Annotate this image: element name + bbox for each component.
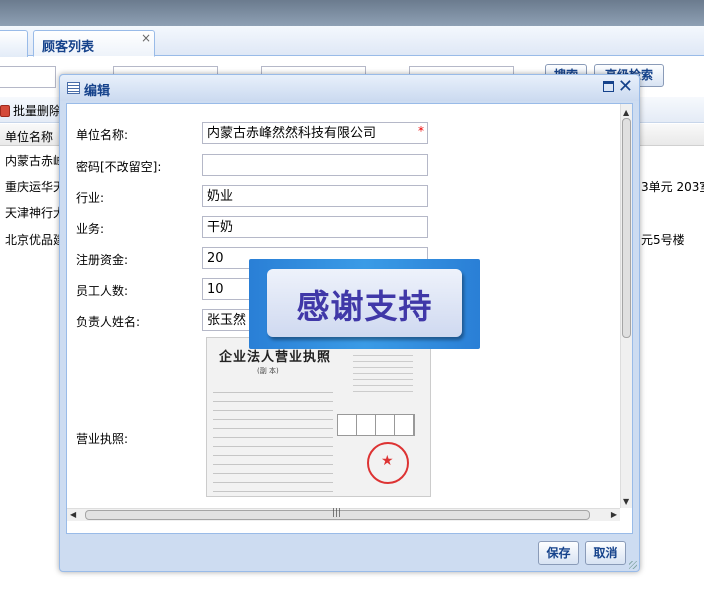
search-field-1[interactable] bbox=[0, 66, 56, 88]
cell-company: 内蒙古赤峰 bbox=[5, 154, 66, 168]
vertical-scroll-thumb[interactable] bbox=[622, 118, 631, 338]
horizontal-scroll-thumb[interactable]: ||| bbox=[85, 508, 590, 520]
license-notes bbox=[353, 350, 413, 396]
label-license: 营业执照: bbox=[76, 432, 129, 446]
app-header-bar bbox=[0, 0, 704, 26]
form-icon bbox=[67, 82, 80, 94]
license-seal bbox=[367, 442, 409, 484]
label-password: 密码[不改留空]: bbox=[76, 160, 162, 174]
password-field[interactable] bbox=[202, 154, 428, 176]
batch-delete-label: 批量删除 bbox=[13, 104, 62, 118]
close-icon[interactable]: ✕ bbox=[618, 76, 633, 98]
cell-address: 3单元 203室 bbox=[641, 180, 704, 194]
license-table bbox=[337, 414, 415, 436]
label-manager: 负责人姓名: bbox=[76, 315, 141, 329]
label-industry: 行业: bbox=[76, 191, 105, 205]
dialog-title-bar[interactable]: 编辑 ✕ bbox=[60, 75, 639, 101]
tab-customer-list[interactable]: 顾客列表 × bbox=[33, 30, 155, 57]
license-text-lines bbox=[213, 384, 333, 492]
horizontal-scrollbar[interactable]: ◀ ||| ▶ bbox=[67, 508, 620, 521]
business-field[interactable]: 干奶 bbox=[202, 216, 428, 238]
delete-icon bbox=[0, 105, 10, 117]
save-button[interactable]: 保存 bbox=[538, 541, 579, 565]
batch-delete-button[interactable]: 批量删除 bbox=[0, 102, 61, 119]
cancel-button[interactable]: 取消 bbox=[585, 541, 626, 565]
scroll-right-arrow[interactable]: ▶ bbox=[611, 510, 617, 519]
maximize-icon[interactable] bbox=[603, 81, 614, 92]
label-company-name: 单位名称: bbox=[76, 128, 129, 142]
scroll-left-arrow[interactable]: ◀ bbox=[70, 510, 76, 519]
tab-label: 顾客列表 bbox=[42, 40, 95, 55]
thanks-text: 感谢支持 bbox=[296, 287, 433, 326]
column-header-company[interactable]: 单位名称 bbox=[5, 128, 53, 145]
dialog-title: 编辑 bbox=[84, 84, 111, 99]
label-capital: 注册资金: bbox=[76, 253, 129, 267]
cell-company: 北京优品建 bbox=[5, 233, 66, 247]
business-license-image[interactable]: 企业法人营业执照 (副 本) bbox=[206, 337, 431, 497]
tab-close-icon[interactable]: × bbox=[141, 31, 151, 45]
scroll-up-arrow[interactable]: ▲ bbox=[623, 108, 629, 117]
label-business: 业务: bbox=[76, 222, 105, 236]
label-employees: 员工人数: bbox=[76, 284, 129, 298]
tab-previous[interactable] bbox=[0, 30, 28, 57]
resize-handle[interactable] bbox=[629, 561, 637, 569]
cell-company: 重庆运华天 bbox=[5, 180, 66, 194]
scroll-down-arrow[interactable]: ▼ bbox=[623, 497, 629, 506]
vertical-scrollbar[interactable]: ▲ ▼ bbox=[620, 104, 632, 508]
cell-address: 元5号楼 bbox=[641, 233, 685, 247]
tab-strip: 顾客列表 × bbox=[0, 26, 704, 57]
thanks-banner-plate: 感谢支持 bbox=[267, 269, 462, 337]
cell-company: 天津神行大 bbox=[5, 206, 66, 220]
license-subtitle: (副 本) bbox=[257, 367, 279, 375]
thanks-banner: 感谢支持 bbox=[249, 259, 480, 349]
scroll-grip: ||| bbox=[332, 508, 342, 518]
company-name-field[interactable]: 内蒙古赤峰然然科技有限公司 bbox=[202, 122, 428, 144]
required-mark: * bbox=[418, 124, 424, 138]
industry-field[interactable]: 奶业 bbox=[202, 185, 428, 207]
